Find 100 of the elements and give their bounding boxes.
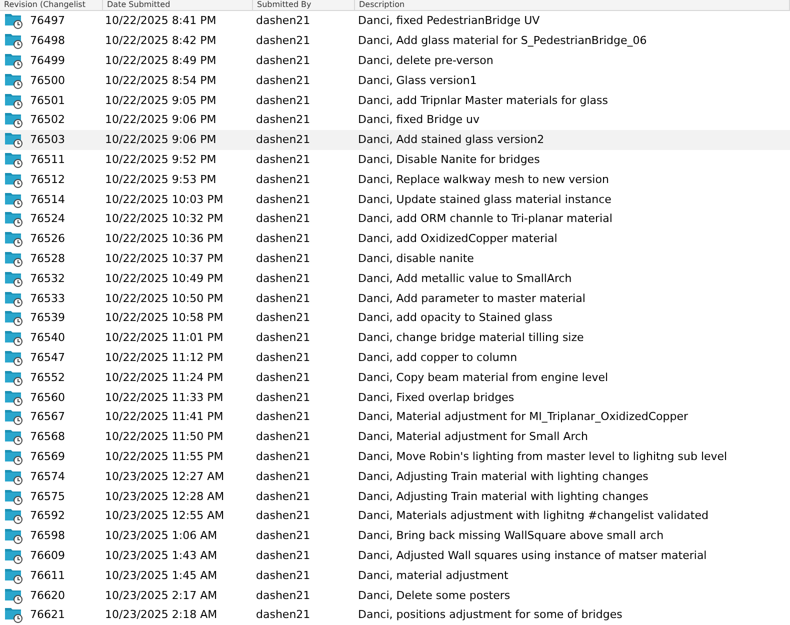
description-cell-text: Danci, Add stained glass version2: [357, 133, 546, 146]
user-cell-text: dashen21: [255, 192, 312, 206]
changelist-row[interactable]: 76540 10/22/2025 11:01 PM dashen21 Danci, change bridge material tilling size: [0, 328, 790, 348]
user-cell-text: dashen21: [255, 252, 312, 265]
folder-clock-icon: [5, 566, 23, 584]
user-cell-text: dashen21: [255, 450, 312, 463]
user-cell-text: dashen21: [255, 370, 312, 384]
revision-number: 76567: [30, 410, 65, 424]
description-cell-text: Danci, Materials adjustment with lighitng #changelist validated: [357, 509, 710, 522]
changelist-row[interactable]: 76532 10/22/2025 10:49 PM dashen21 Danci, Add metallic value to SmallArch: [0, 268, 790, 288]
folder-clock-icon: [5, 546, 23, 564]
date-cell-text: 10/23/2025 1:43 AM: [104, 548, 218, 562]
changelist-row[interactable]: 76498 10/22/2025 8:42 PM dashen21 Danci, Add glass material for S_PedestrianBridge_06: [0, 30, 790, 51]
changelist-row[interactable]: 76621 10/23/2025 2:18 AM dashen21 Danci, positions adjustment for some of bridges: [0, 604, 790, 625]
changelist-row[interactable]: 76567 10/22/2025 11:41 PM dashen21 Danci, Material adjustment for MI_Triplanar_OxidizedCopper: [0, 406, 790, 427]
date-cell-text: 10/22/2025 9:06 PM: [104, 113, 218, 126]
changelist-row[interactable]: 76503 10/22/2025 9:06 PM dashen21 Danci, Add stained glass version2: [0, 130, 790, 150]
changelist-row[interactable]: 76511 10/22/2025 9:52 PM dashen21 Danci, Disable Nanite for bridges: [0, 150, 790, 170]
revision-number: 76540: [30, 331, 65, 344]
changelist-row[interactable]: 76574 10/23/2025 12:27 AM dashen21 Danci, Adjusting Train material with lighting changes: [0, 466, 790, 486]
changelist-row[interactable]: 76524 10/22/2025 10:32 PM dashen21 Danci, add ORM channle to Tri-planar material: [0, 208, 790, 229]
date-cell-text: 10/23/2025 12:27 AM: [104, 470, 226, 483]
revision-number: 76592: [30, 509, 65, 522]
changelist-row[interactable]: 76528 10/22/2025 10:37 PM dashen21 Danci, disable nanite: [0, 248, 790, 268]
changelist-row[interactable]: 76500 10/22/2025 8:54 PM dashen21 Danci, Glass version1: [0, 70, 790, 90]
changelist-row[interactable]: 76514 10/22/2025 10:03 PM dashen21 Danci, Update stained glass material instance: [0, 189, 790, 209]
date-cell-text: 10/22/2025 11:41 PM: [104, 410, 224, 424]
revision-number: 76552: [30, 370, 65, 384]
description-cell-text: Danci, Add metallic value to SmallArch: [357, 272, 573, 285]
changelist-row[interactable]: 76552 10/22/2025 11:24 PM dashen21 Danci, Copy beam material from engine level: [0, 367, 790, 388]
changelist-row[interactable]: 76609 10/23/2025 1:43 AM dashen21 Danci, Adjusted Wall squares using instance of matser material: [0, 546, 790, 566]
changelist-row[interactable]: 76598 10/23/2025 1:06 AM dashen21 Danci, Bring back missing WallSquare above small arch: [0, 526, 790, 546]
date-cell-text: 10/22/2025 8:49 PM: [104, 54, 218, 67]
folder-clock-icon: [5, 468, 23, 485]
date-cell-text: 10/22/2025 11:55 PM: [104, 450, 224, 463]
description-cell-text: Danci, Adjusting Train material with lighting changes: [357, 470, 650, 483]
changelist-row[interactable]: 76501 10/22/2025 9:05 PM dashen21 Danci, add Tripnlar Master materials for glass: [0, 90, 790, 110]
date-cell-text: 10/22/2025 11:33 PM: [104, 390, 224, 404]
column-header[interactable]: Description: [355, 0, 790, 10]
changelist-row[interactable]: 76547 10/22/2025 11:12 PM dashen21 Danci, add copper to column: [0, 348, 790, 368]
folder-clock-icon: [5, 368, 23, 386]
folder-clock-icon: [5, 170, 23, 188]
changelist-row[interactable]: 76575 10/23/2025 12:28 AM dashen21 Danci, Adjusting Train material with lighting changes: [0, 486, 790, 506]
description-cell-text: Danci, Replace walkway mesh to new version: [357, 172, 610, 186]
folder-clock-icon: [5, 428, 23, 446]
user-cell-text: dashen21: [255, 390, 312, 404]
revision-number: 76497: [30, 14, 65, 28]
folder-clock-icon: [5, 150, 23, 168]
revision-number: 76501: [30, 94, 65, 107]
user-cell-text: dashen21: [255, 350, 312, 364]
changelist-row[interactable]: 76533 10/22/2025 10:50 PM dashen21 Danci, Add parameter to master material: [0, 288, 790, 308]
changelist-row[interactable]: 76497 10/22/2025 8:41 PM dashen21 Danci, fixed PedestrianBridge UV: [0, 11, 790, 31]
folder-clock-icon: [5, 190, 23, 208]
folder-clock-icon: [5, 92, 23, 109]
description-cell-text: Danci, add ORM channle to Tri-planar material: [357, 212, 614, 226]
user-cell-text: dashen21: [255, 490, 312, 503]
column-header[interactable]: Revision (Changelist: [0, 0, 103, 10]
date-cell-text: 10/22/2025 9:53 PM: [104, 172, 218, 186]
folder-clock-icon: [5, 72, 23, 89]
changelist-row[interactable]: 76502 10/22/2025 9:06 PM dashen21 Danci, fixed Bridge uv: [0, 110, 790, 130]
changelist-row[interactable]: 76568 10/22/2025 11:50 PM dashen21 Danci, Material adjustment for Small Arch: [0, 426, 790, 447]
changelist-row[interactable]: 76569 10/22/2025 11:55 PM dashen21 Danci, Move Robin's lighting from master level to lighitng sub level: [0, 446, 790, 466]
description-cell-text: Danci, add copper to column: [357, 350, 518, 364]
changelist-row[interactable]: 76592 10/23/2025 12:55 AM dashen21 Danci, Materials adjustment with lighitng #changelist validated: [0, 506, 790, 526]
revision-number: 76499: [30, 54, 65, 67]
changelist-row[interactable]: 76526 10/22/2025 10:36 PM dashen21 Danci, add OxidizedCopper material: [0, 228, 790, 249]
changelist-row[interactable]: 76499 10/22/2025 8:49 PM dashen21 Danci, delete pre-verson: [0, 50, 790, 70]
description-cell-text: Danci, Add glass material for S_PedestrianBridge_06: [357, 34, 648, 48]
changelist-row[interactable]: 76611 10/23/2025 1:45 AM dashen21 Danci, material adjustment: [0, 565, 790, 586]
column-header[interactable]: Date Submitted: [103, 0, 253, 10]
user-cell-text: dashen21: [255, 14, 312, 28]
user-cell-text: dashen21: [255, 331, 312, 344]
folder-clock-icon: [5, 488, 23, 505]
user-cell-text: dashen21: [255, 311, 312, 324]
revision-number: 76503: [30, 133, 65, 146]
changelist-row[interactable]: 76620 10/23/2025 2:17 AM dashen21 Danci, Delete some posters: [0, 585, 790, 605]
changelist-row[interactable]: 76512 10/22/2025 9:53 PM dashen21 Danci, Replace walkway mesh to new version: [0, 169, 790, 190]
revision-number: 76611: [30, 568, 65, 582]
revision-number: 76498: [30, 34, 65, 48]
description-cell-text: Danci, add opacity to Stained glass: [357, 311, 554, 324]
user-cell-text: dashen21: [255, 292, 312, 305]
column-header[interactable]: Submitted By: [253, 0, 355, 10]
description-cell-text: Danci, delete pre-verson: [357, 54, 494, 67]
description-cell-text: Danci, fixed Bridge uv: [357, 113, 480, 126]
date-cell-text: 10/22/2025 10:58 PM: [104, 311, 224, 324]
date-cell-text: 10/22/2025 11:24 PM: [104, 370, 224, 384]
folder-clock-icon: [5, 408, 23, 426]
date-cell-text: 10/22/2025 11:01 PM: [104, 331, 224, 344]
date-cell-text: 10/22/2025 10:36 PM: [104, 232, 224, 246]
date-cell-text: 10/22/2025 10:03 PM: [104, 192, 224, 206]
description-cell-text: Danci, Update stained glass material instance: [357, 192, 612, 206]
folder-clock-icon: [5, 309, 23, 326]
revision-number: 76560: [30, 390, 65, 404]
changelist-row[interactable]: 76560 10/22/2025 11:33 PM dashen21 Danci, Fixed overlap bridges: [0, 387, 790, 407]
user-cell-text: dashen21: [255, 172, 312, 186]
date-cell-text: 10/22/2025 11:12 PM: [104, 350, 224, 364]
folder-clock-icon: [5, 606, 23, 624]
changelist-row[interactable]: 76539 10/22/2025 10:58 PM dashen21 Danci, add opacity to Stained glass: [0, 308, 790, 328]
folder-clock-icon: [5, 388, 23, 406]
folder-clock-icon: [5, 52, 23, 69]
